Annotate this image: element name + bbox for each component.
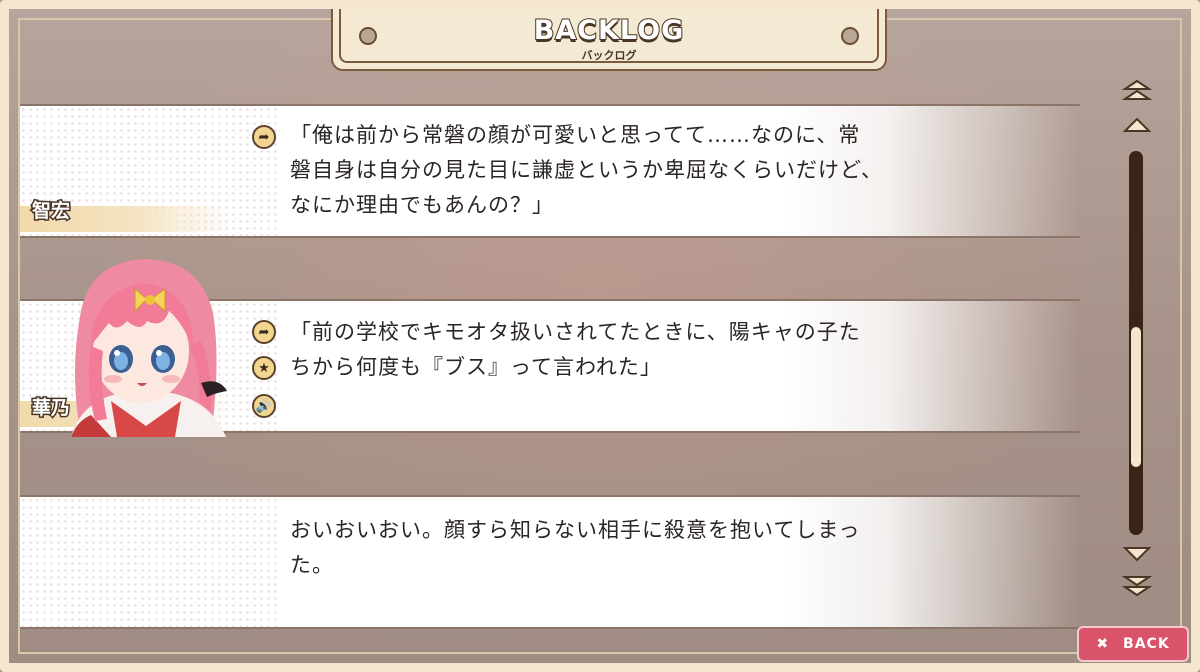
scrollbar-thumb[interactable] xyxy=(1131,327,1141,467)
voice-icon[interactable]: 🔊 xyxy=(252,394,276,418)
jump-icon[interactable]: ➦ xyxy=(252,320,276,344)
log-entry-1[interactable]: 智宏 ➦ 「俺は前から常磐の顔が可愛いと思ってて……なのに、常 磐自身は自分の見… xyxy=(20,104,1080,238)
jump-icon[interactable]: ➦ xyxy=(252,125,276,149)
title-plate: BACKLOG バックログ xyxy=(331,9,887,71)
scroll-up-icon[interactable] xyxy=(1122,113,1152,135)
scroll-to-top-icon[interactable] xyxy=(1122,79,1152,101)
message-text: おいおいおい。顔すら知らない相手に殺意を抱いてしまっ た。 xyxy=(290,518,861,577)
speaker-name: 智宏 xyxy=(30,199,71,224)
close-icon: ✖ xyxy=(1096,636,1110,652)
back-button[interactable]: ✖ BACK xyxy=(1077,626,1189,662)
log-entry-3[interactable]: おいおいおい。顔すら知らない相手に殺意を抱いてしまっ た。 xyxy=(20,495,1080,629)
scroll-down-icon[interactable] xyxy=(1122,544,1152,566)
back-button-label: BACK xyxy=(1123,636,1170,652)
message-text: 「俺は前から常磐の顔が可愛いと思ってて……なのに、常 磐自身は自分の見た目に謙虚… xyxy=(290,123,883,217)
message-text: 「前の学校でキモオタ扱いされてたときに、陽キャの子た ちから何度も『ブス』って言… xyxy=(290,320,861,379)
page-title: BACKLOG xyxy=(533,14,685,47)
scrollbar-track[interactable] xyxy=(1129,151,1143,535)
speaker-name: 華乃 xyxy=(30,396,71,421)
scroll-to-bottom-icon[interactable] xyxy=(1122,575,1152,597)
backlog-screen: BACKLOG バックログ 智宏 ➦ 「俺は前から常磐の顔が可愛いと思ってて……… xyxy=(0,0,1200,672)
page-subtitle: バックログ xyxy=(581,49,637,62)
character-portrait xyxy=(71,259,227,437)
star-icon[interactable]: ★ xyxy=(252,356,276,380)
